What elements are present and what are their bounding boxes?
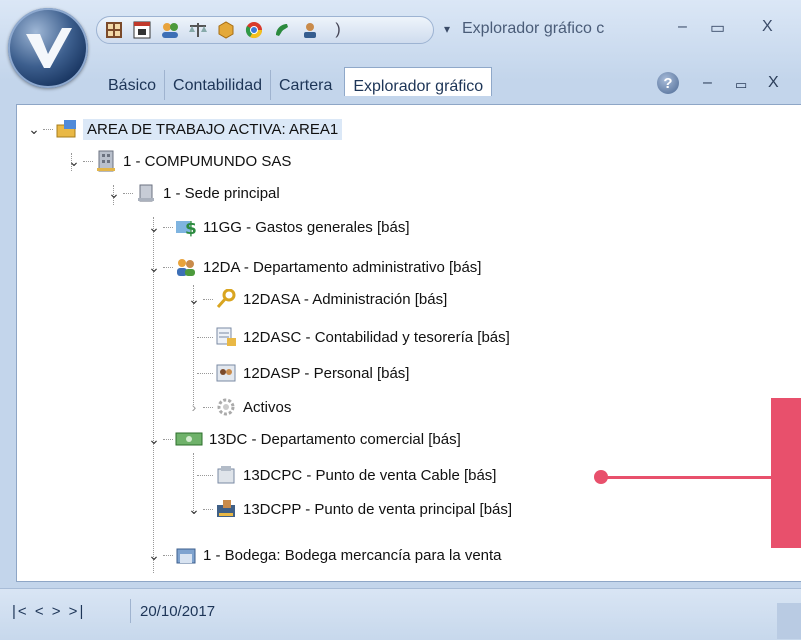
svg-text:$: $ — [185, 219, 197, 237]
app-window: ) ▾ Explorador gráfico c – ▭ X Básico Co… — [0, 0, 801, 640]
office-icon — [135, 183, 157, 203]
callout-line — [602, 476, 772, 479]
chevron-down-icon[interactable]: ⌄ — [147, 431, 161, 448]
warehouse-icon — [175, 545, 197, 565]
tree-node[interactable]: ⌄ 13DC - Departamento comercial [bás] — [147, 425, 461, 453]
tree-node-label: 13DCPC - Punto de venta Cable [bás] — [243, 466, 497, 484]
scale-icon[interactable] — [187, 19, 209, 41]
minimize-button[interactable]: – — [678, 18, 687, 36]
chevron-down-icon[interactable]: ⌄ — [67, 153, 81, 170]
tree-node[interactable]: ⌄ 1 - COMPUMUNDO SAS — [67, 147, 291, 175]
tree-node[interactable]: ⌄ AREA DE TRABAJO ACTIVA: AREA1 — [27, 115, 343, 143]
ribbon-tabs: Básico Contabilidad Cartera Explorador g… — [100, 67, 493, 100]
tab-contabilidad[interactable]: Contabilidad — [165, 70, 271, 100]
status-date: 20/10/2017 — [140, 603, 216, 620]
quick-access-toolbar: ) — [96, 16, 434, 44]
chevron-right-icon[interactable]: › — [187, 399, 201, 415]
mdi-restore-button[interactable]: ▭ — [735, 77, 747, 93]
chrome-icon[interactable] — [243, 19, 265, 41]
mdi-minimize-button[interactable]: – — [703, 74, 712, 92]
chevron-right-icon[interactable]: ) — [327, 19, 349, 41]
tree-node[interactable]: 12DASC - Contabilidad y tesorería [bás] — [195, 323, 510, 351]
pos-icon — [215, 499, 237, 519]
chevron-down-icon[interactable]: ⌄ — [187, 501, 201, 518]
qat-dropdown-icon[interactable]: ▾ — [444, 22, 450, 36]
chevron-down-icon[interactable]: ⌄ — [187, 291, 201, 308]
chevron-down-icon[interactable]: ⌄ — [27, 121, 41, 138]
tree-node[interactable]: ⌄ 12DA - Departamento administrativo [bá… — [147, 253, 481, 281]
tree-node-label: Activos — [243, 398, 292, 416]
chevron-down-icon[interactable]: ⌄ — [147, 259, 161, 276]
status-bar: |< < > >| 20/10/2017 — [0, 588, 801, 640]
tree-node-label: AREA DE TRABAJO ACTIVA: AREA1 — [83, 118, 343, 140]
window-title: Explorador gráfico c — [462, 20, 605, 37]
resize-grip-icon[interactable] — [777, 603, 801, 639]
tree-node-label: 12DASA - Administración [bás] — [243, 290, 448, 308]
callout-box — [771, 398, 801, 548]
register-icon — [215, 465, 237, 485]
tree-node-label: 1 - Bodega: Bodega mercancía para la ven… — [203, 546, 502, 564]
ledger-icon — [215, 327, 237, 347]
tree-node[interactable]: ⌄ 13DCPP - Punto de venta principal [bás… — [187, 495, 512, 523]
tree-node-label: 13DC - Departamento comercial [bás] — [209, 430, 461, 448]
people-icon — [175, 257, 197, 277]
record-navigator[interactable]: |< < > >| — [12, 603, 85, 620]
grid-icon[interactable] — [103, 19, 125, 41]
phone-icon[interactable] — [271, 19, 293, 41]
tab-basico[interactable]: Básico — [100, 70, 166, 100]
tree-node[interactable]: › Activos — [187, 393, 291, 421]
building-icon — [95, 150, 117, 172]
mdi-close-button[interactable]: X — [768, 74, 779, 92]
workspace-icon — [55, 119, 77, 139]
tree-node[interactable]: ⌄ 1 - Bodega: Bodega mercancía para la v… — [147, 541, 502, 569]
tree-node[interactable]: 12DASP - Personal [bás] — [195, 359, 409, 387]
tree-view[interactable]: ⌄ AREA DE TRABAJO ACTIVA: AREA1 ⌄ 1 - CO… — [16, 104, 801, 582]
cash-icon — [175, 429, 203, 449]
key-icon — [215, 289, 237, 309]
maximize-button[interactable]: ▭ — [710, 18, 725, 38]
tree-node-label: 1 - Sede principal — [163, 184, 280, 202]
tree-node[interactable]: ⌄ $ 11GG - Gastos generales [bás] — [147, 213, 410, 241]
status-divider — [130, 599, 131, 623]
users-icon[interactable] — [159, 19, 181, 41]
chevron-down-icon[interactable]: ⌄ — [147, 219, 161, 236]
money-icon: $ — [175, 217, 197, 237]
tab-explorador-grafico[interactable]: Explorador gráfico — [344, 67, 493, 96]
tree-node-label: 12DA - Departamento administrativo [bás] — [203, 258, 482, 276]
app-logo[interactable] — [8, 8, 88, 88]
chevron-down-icon[interactable]: ⌄ — [147, 547, 161, 564]
calendar-icon[interactable] — [131, 19, 153, 41]
tab-cartera[interactable]: Cartera — [271, 70, 340, 100]
tree-node-label: 12DASC - Contabilidad y tesorería [bás] — [243, 328, 510, 346]
user-icon[interactable] — [299, 19, 321, 41]
box-icon[interactable] — [215, 19, 237, 41]
tree-node[interactable]: ⌄ 12DASA - Administración [bás] — [187, 285, 447, 313]
chevron-down-icon[interactable]: ⌄ — [107, 185, 121, 202]
staff-icon — [215, 363, 237, 383]
tree-node-label: 13DCPP - Punto de venta principal [bás] — [243, 500, 513, 518]
callout-dot — [594, 470, 608, 484]
tree-node[interactable]: 13DCPC - Punto de venta Cable [bás] — [195, 461, 496, 489]
gear-icon — [215, 397, 237, 417]
tree-node-label: 11GG - Gastos generales [bás] — [203, 218, 410, 236]
help-icon[interactable]: ? — [657, 72, 679, 94]
tree-node[interactable]: ⌄ 1 - Sede principal — [107, 179, 280, 207]
tree-node-label: 12DASP - Personal [bás] — [243, 364, 410, 382]
close-button[interactable]: X — [762, 18, 773, 36]
tree-node-label: 1 - COMPUMUNDO SAS — [123, 152, 292, 170]
